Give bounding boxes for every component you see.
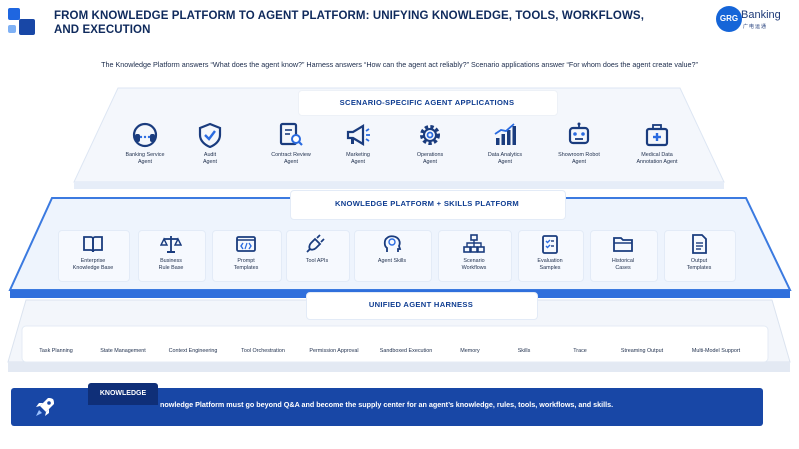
harness-item-permission-approval: Permission Approval xyxy=(309,348,359,354)
scenario-item-label-2: Agent xyxy=(202,159,218,165)
scenario-item-banking-service: Banking Service Agent xyxy=(108,122,182,166)
checklist-icon xyxy=(542,235,558,254)
knowledge-item-tool-apis: Tool APIs xyxy=(286,234,348,265)
scenario-item-label-1: Marketing xyxy=(346,152,370,158)
knowledge-item-output-templates: Output Templates xyxy=(664,234,734,272)
knowledge-item-label-1: Scenario xyxy=(463,258,485,264)
scenario-layer-label: SCENARIO-SPECIFIC AGENT APPLICATIONS xyxy=(339,98,515,107)
scenario-item-label-2: Agent xyxy=(137,159,153,165)
harness-item-multi-model-support: Multi-Model Support xyxy=(691,348,741,354)
scenario-item-label-2: Agent xyxy=(350,159,366,165)
megaphone-icon xyxy=(346,124,370,146)
folder-icon xyxy=(613,237,633,252)
knowledge-item-label-1: Agent Skills xyxy=(377,258,407,264)
scenario-item-data-analytics: Data Analytics Agent xyxy=(468,122,542,166)
scenario-item-audit: Audit Agent xyxy=(178,122,242,166)
harness-item-context-engineering: Context Engineering xyxy=(168,348,218,354)
scenario-item-label-1: Banking Service xyxy=(125,152,165,158)
knowledge-item-label-2: Samples xyxy=(539,265,561,271)
knowledge-item-prompt-templates: Prompt Templates xyxy=(212,234,280,272)
knowledge-layer-label: KNOWLEDGE PLATFORM + SKILLS PLATFORM xyxy=(334,199,520,208)
harness-item-sandboxed-execution: Sandboxed Execution xyxy=(379,348,433,354)
knowledge-item-enterprise-kb: Enterprise Knowledge Base xyxy=(58,234,128,272)
harness-item-streaming-output: Streaming Output xyxy=(620,348,664,354)
knowledge-item-label-1: Output xyxy=(690,258,708,264)
knowledge-item-label-2: Cases xyxy=(615,265,631,271)
scenario-item-label-1: Data Analytics xyxy=(487,152,523,158)
scales-icon xyxy=(160,236,182,253)
scenario-item-label-1: Showroom Robot xyxy=(558,152,600,158)
scenario-item-operations: Operations Agent xyxy=(398,122,462,166)
output-document-icon xyxy=(692,234,707,254)
harness-item-state-management: State Management xyxy=(100,348,146,354)
knowledge-item-label-1: Tool APIs xyxy=(305,258,329,264)
book-icon xyxy=(83,236,103,253)
knowledge-item-scenario-workflows: Scenario Workflows xyxy=(438,234,510,272)
medical-kit-icon xyxy=(645,124,669,147)
bar-chart-icon xyxy=(494,123,516,145)
plug-icon xyxy=(306,234,325,253)
harness-item-memory: Memory xyxy=(460,348,480,354)
knowledge-item-label-1: Historical xyxy=(611,258,635,264)
shield-check-icon xyxy=(198,122,222,148)
knowledge-item-historical-cases: Historical Cases xyxy=(590,234,656,272)
harness-item-task-planning: Task Planning xyxy=(39,348,73,354)
scenario-item-label-2: Agent xyxy=(422,159,438,165)
harness-item-skills: Skills xyxy=(517,348,531,354)
scenario-item-label-1: Medical Data xyxy=(641,152,673,158)
scenario-item-label-2: Agent xyxy=(571,159,587,165)
knowledge-item-label-2: Knowledge Base xyxy=(72,265,114,271)
footer-message: nowledge Platform must go beyond Q&A and… xyxy=(160,400,614,409)
footer-tab: KNOWLEDGE xyxy=(88,383,158,405)
headset-icon xyxy=(132,122,158,148)
knowledge-item-business-rules: Business Rule Base xyxy=(138,234,204,272)
gear-icon xyxy=(420,125,440,145)
scenario-item-label-2: Agent xyxy=(283,159,299,165)
knowledge-item-label-1: Enterprise xyxy=(80,258,106,264)
code-window-icon xyxy=(236,236,256,252)
knowledge-item-evaluation-samples: Evaluation Samples xyxy=(518,234,582,272)
scenario-item-contract-review: Contract Review Agent xyxy=(254,122,328,166)
knowledge-item-label-2: Workflows xyxy=(461,265,487,271)
harness-item-tool-orchestration: Tool Orchestration xyxy=(241,348,285,354)
scenario-item-label-1: Operations xyxy=(416,152,444,158)
document-search-icon xyxy=(279,122,303,146)
harness-layer-label: UNIFIED AGENT HARNESS xyxy=(368,300,474,309)
brain-head-icon xyxy=(383,235,402,252)
platform-layers xyxy=(7,87,792,372)
scenario-item-marketing: Marketing Agent xyxy=(326,122,390,166)
scenario-item-label-1: Audit xyxy=(203,152,217,158)
knowledge-item-agent-skills: Agent Skills xyxy=(354,234,430,265)
knowledge-item-label-2: Templates xyxy=(233,265,259,271)
knowledge-item-label-2: Rule Base xyxy=(158,265,184,271)
workflow-icon xyxy=(463,234,485,253)
knowledge-item-label-1: Prompt xyxy=(237,258,255,264)
scenario-item-label-1: Contract Review xyxy=(271,152,311,158)
knowledge-item-label-1: Business xyxy=(160,258,182,264)
knowledge-item-label-1: Evaluation xyxy=(537,258,563,264)
scenario-item-showroom-robot: Showroom Robot Agent xyxy=(542,122,616,166)
scenario-item-label-2: Agent xyxy=(497,159,513,165)
scenario-item-label-2: Annotation Agent xyxy=(636,159,678,165)
rocket-icon xyxy=(36,398,54,416)
robot-icon xyxy=(568,122,590,145)
scenario-item-medical-data: Medical Data Annotation Agent xyxy=(620,122,694,166)
harness-item-trace: Trace xyxy=(573,348,587,354)
knowledge-item-label-2: Templates xyxy=(686,265,712,271)
